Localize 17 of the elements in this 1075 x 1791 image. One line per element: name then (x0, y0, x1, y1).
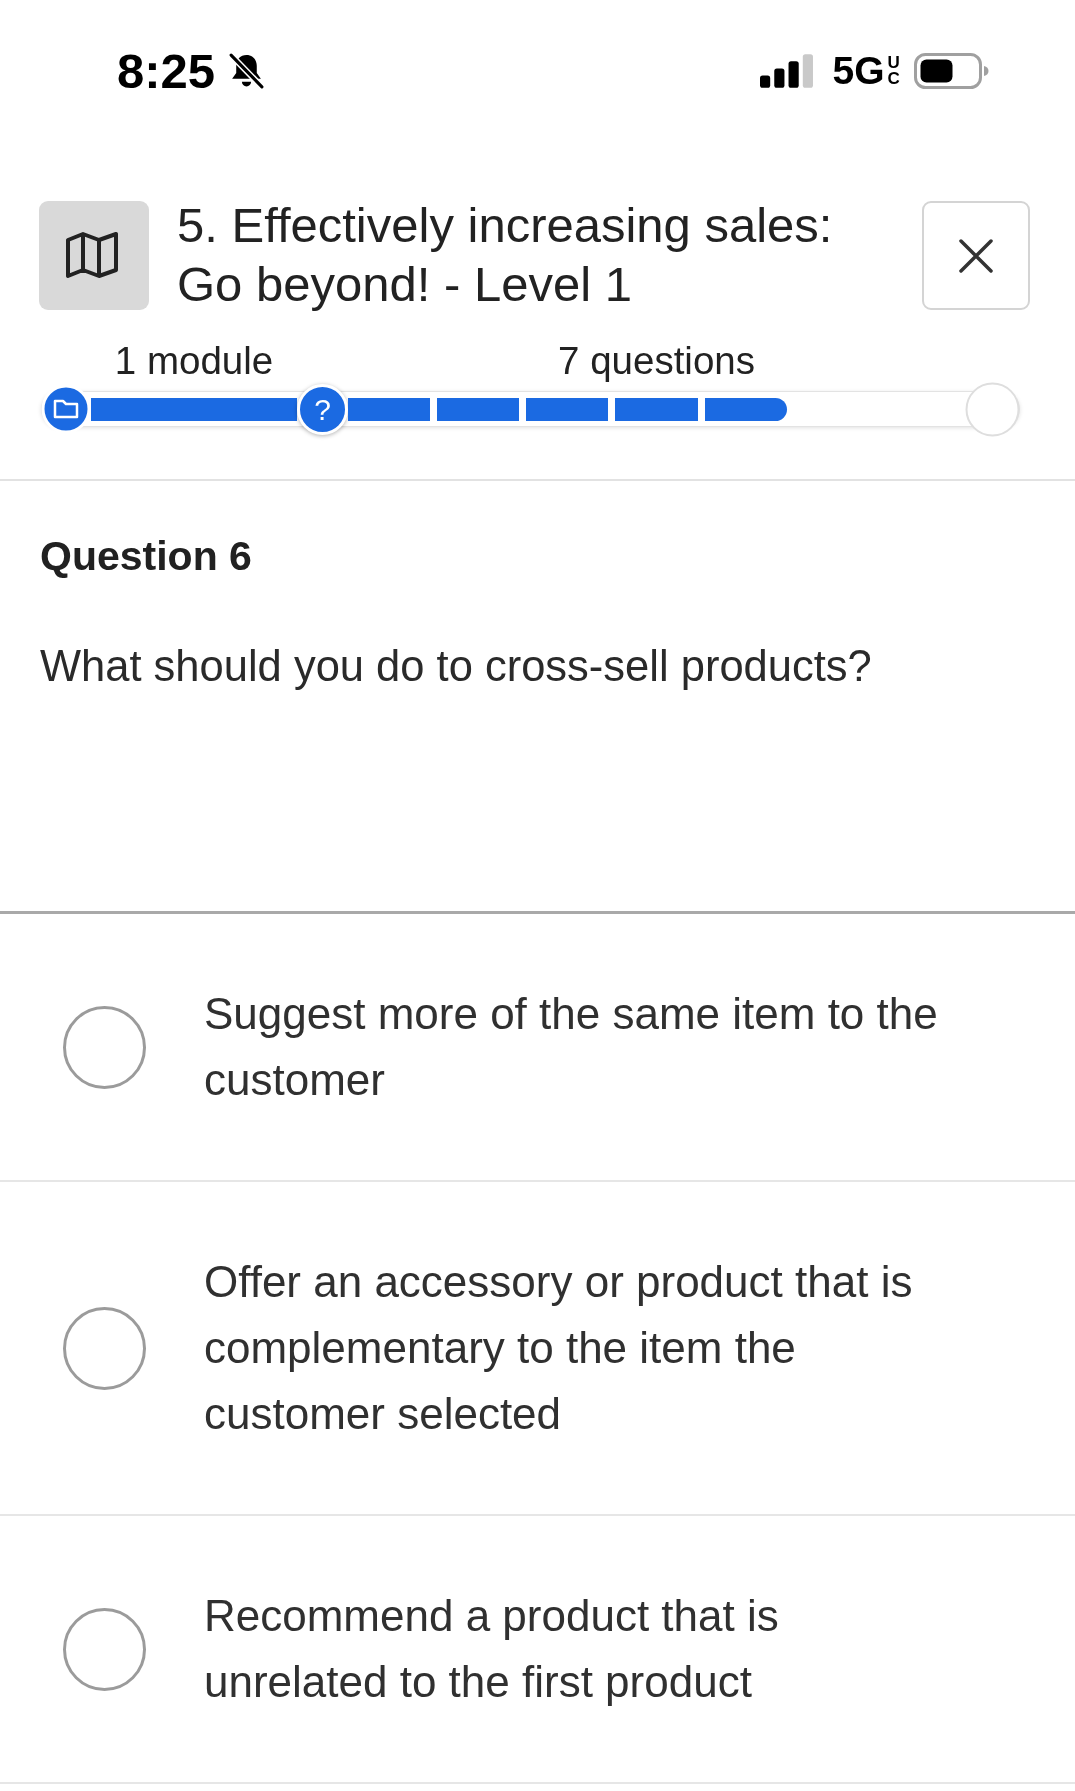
battery-icon (914, 53, 989, 89)
signal-icon (759, 54, 814, 88)
network-mode-label: UC (887, 55, 897, 87)
clock-time: 8:25 (117, 44, 216, 98)
question-text: What should you do to cross-sell products? (40, 641, 873, 692)
bell-slash-icon (228, 52, 266, 90)
network-type: 5G (832, 50, 885, 92)
module-count: 1 module (113, 338, 275, 384)
answer-text: Suggest more of the same item to the customer (204, 988, 939, 1106)
question-count: 7 questions (557, 338, 756, 384)
close-icon (959, 238, 993, 273)
close-button[interactable] (922, 201, 1030, 310)
answer-text: Offer an accessory or product that is complementary to the item the customer selected (204, 1256, 914, 1440)
course-title: 5. Effectively increasing sales: Go beyond! - Level 1 (177, 197, 834, 313)
map-icon (39, 201, 149, 310)
question-heading: Question 6 (40, 532, 253, 580)
answer-text: Recommend a product that is unrelated to the first product (204, 1590, 780, 1708)
